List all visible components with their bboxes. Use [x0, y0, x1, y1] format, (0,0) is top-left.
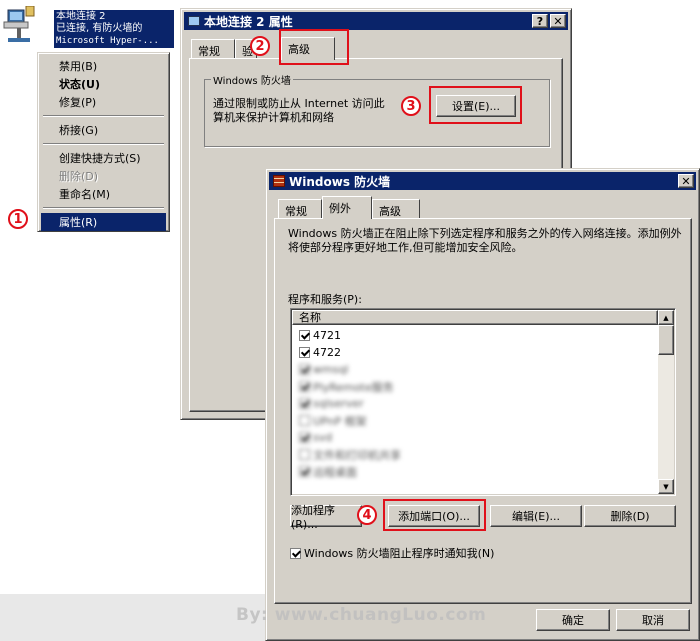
list-rows: 4721 4722 wmsql PlyRemote服务 sqlserver UPnP 框架… — [299, 327, 655, 480]
menu-separator — [43, 143, 164, 145]
firewall-desc-line2: 算机来保护计算机和网络 — [213, 111, 334, 124]
menu-item-properties[interactable]: 属性(R) — [41, 213, 166, 231]
list-item-label: 文件和打印机共享 — [313, 448, 401, 462]
network-connection-icon[interactable] — [2, 5, 36, 48]
list-item-label: PlyRemote服务 — [313, 380, 394, 394]
menu-item-bridge[interactable]: 桥接(G) — [41, 121, 166, 139]
list-item-checkbox[interactable] — [299, 364, 310, 375]
list-item-label: svd — [313, 431, 333, 444]
firewall-group-label: Windows 防火墙 — [211, 72, 293, 87]
menu-item-delete[interactable]: 删除(D) — [41, 167, 166, 185]
help-button[interactable]: ? — [532, 14, 548, 28]
callout-2: 2 — [250, 36, 270, 56]
cancel-button[interactable]: 取消 — [616, 609, 690, 631]
notify-checkbox-row[interactable]: Windows 防火墙阻止程序时通知我(N) — [290, 545, 494, 561]
connection-status: 已连接, 有防火墙的 — [56, 23, 143, 34]
list-item-checkbox[interactable] — [299, 449, 310, 460]
connection-name: 本地连接 2 — [56, 11, 106, 22]
list-item-checkbox[interactable] — [299, 432, 310, 443]
scroll-up-arrow[interactable]: ▲ — [658, 310, 674, 325]
list-item[interactable]: wmsql — [299, 361, 655, 378]
tab-fw-general[interactable]: 常规 — [278, 199, 322, 219]
connection-device: Microsoft Hyper-... — [56, 36, 159, 46]
list-item-checkbox[interactable] — [299, 347, 310, 358]
menu-item-create-shortcut[interactable]: 创建快捷方式(S) — [41, 149, 166, 167]
ok-button[interactable]: 确定 — [536, 609, 610, 631]
tab-fw-exceptions[interactable]: 例外 — [322, 196, 372, 219]
list-item[interactable]: svd — [299, 429, 655, 446]
notify-checkbox-label: Windows 防火墙阻止程序时通知我(N) — [304, 547, 495, 560]
close-button[interactable]: ✕ — [550, 14, 566, 28]
firewall-window: Windows 防火墙 ✕ 常规 例外 高级 Windows 防火墙正在阻止除下… — [265, 168, 700, 641]
highlight-add-port-button — [383, 499, 486, 531]
list-item-checkbox[interactable] — [299, 398, 310, 409]
firewall-titlebar[interactable]: Windows 防火墙 ✕ — [269, 172, 696, 190]
list-item-checkbox[interactable] — [299, 466, 310, 477]
firewall-title: Windows 防火墙 — [289, 174, 391, 189]
highlight-settings-button — [429, 86, 522, 124]
connection-label[interactable]: 本地连接 2 已连接, 有防火墙的 Microsoft Hyper-... — [54, 10, 174, 48]
list-item[interactable]: 4722 — [299, 344, 655, 361]
list-item[interactable]: sqlserver — [299, 395, 655, 412]
add-program-button[interactable]: 添加程序(R)... — [290, 504, 362, 531]
list-scrollbar[interactable]: ▲ ▼ — [658, 310, 674, 494]
watermark-text: By: www.chuangLuo.com — [236, 605, 487, 625]
list-item[interactable]: 远程桌面 — [299, 463, 655, 480]
list-item-label: UPnP 框架 — [313, 414, 367, 428]
exceptions-description: Windows 防火墙正在阻止除下列选定程序和服务之外的传入网络连接。添加例外将… — [288, 227, 682, 254]
menu-item-status[interactable]: 状态(U) — [41, 75, 166, 93]
callout-4: 4 — [357, 505, 377, 525]
scroll-thumb[interactable] — [658, 325, 674, 355]
delete-button[interactable]: 删除(D) — [584, 505, 676, 527]
context-menu: 禁用(B) 状态(U) 修复(P) 桥接(G) 创建快捷方式(S) 删除(D) … — [37, 52, 170, 232]
list-item-label: sqlserver — [313, 397, 364, 410]
menu-item-disable[interactable]: 禁用(B) — [41, 57, 166, 75]
firewall-brick-icon — [273, 175, 285, 187]
menu-item-rename[interactable]: 重命名(M) — [41, 185, 166, 203]
callout-1: 1 — [8, 209, 28, 229]
notify-checkbox[interactable] — [290, 548, 301, 559]
list-item[interactable]: 文件和打印机共享 — [299, 446, 655, 463]
programs-list[interactable]: 名称 4721 4722 wmsql PlyRemote服务 sqlserver UPnP… — [290, 308, 676, 496]
callout-3: 3 — [401, 96, 421, 116]
menu-item-repair[interactable]: 修复(P) — [41, 93, 166, 111]
network-small-icon — [188, 16, 200, 26]
list-item-label: wmsql — [313, 363, 349, 376]
list-item[interactable]: 4721 — [299, 327, 655, 344]
edit-button[interactable]: 编辑(E)... — [490, 505, 582, 527]
firewall-close-button[interactable]: ✕ — [678, 174, 694, 188]
list-item-checkbox[interactable] — [299, 381, 310, 392]
list-column-header-name[interactable]: 名称 — [292, 310, 658, 325]
properties-title: 本地连接 2 属性 — [204, 14, 293, 29]
scroll-down-arrow[interactable]: ▼ — [658, 479, 674, 494]
list-item-label: 4722 — [313, 346, 341, 359]
list-item-checkbox[interactable] — [299, 415, 310, 426]
list-item[interactable]: UPnP 框架 — [299, 412, 655, 429]
list-item-label: 远程桌面 — [313, 465, 357, 479]
list-item[interactable]: PlyRemote服务 — [299, 378, 655, 395]
tab-fw-advanced[interactable]: 高级 — [372, 199, 420, 219]
list-item-checkbox[interactable] — [299, 330, 310, 341]
list-item-label: 4721 — [313, 329, 341, 342]
tab-advanced[interactable]: 高级 — [281, 37, 335, 60]
menu-separator — [43, 207, 164, 209]
tab-general[interactable]: 常规 — [191, 39, 235, 59]
properties-titlebar[interactable]: 本地连接 2 属性 ? ✕ — [184, 12, 568, 30]
programs-services-label: 程序和服务(P): — [288, 293, 362, 306]
menu-separator — [43, 115, 164, 117]
